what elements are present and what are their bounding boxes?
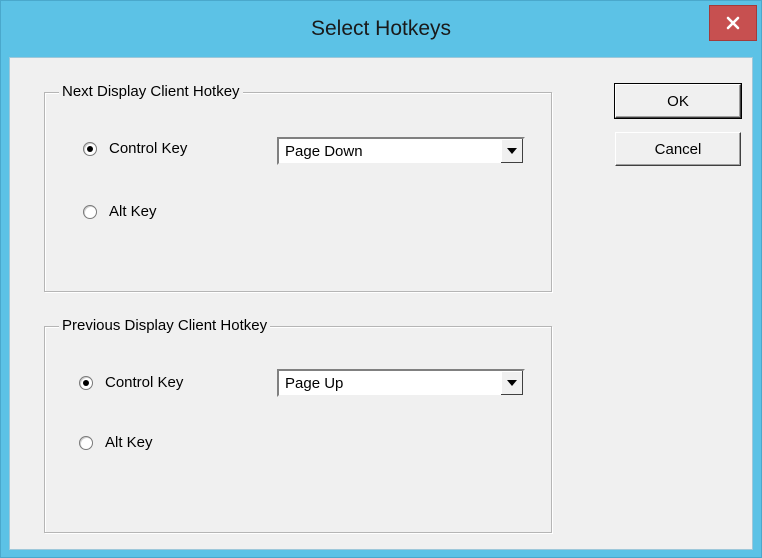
radio-button-unchecked[interactable] [79,435,93,450]
next-hotkey-group-label: Next Display Client Hotkey [59,82,243,102]
radio-button-unchecked[interactable] [83,204,97,219]
close-icon [726,16,740,30]
next-alt-key-label: Alt Key [109,203,157,220]
previous-control-key-radio[interactable]: Control Key [79,374,183,391]
cancel-button[interactable]: Cancel [615,132,741,166]
previous-hotkey-group: Previous Display Client Hotkey Control K… [44,316,552,533]
radio-button-checked[interactable] [83,141,97,156]
dialog-title: Select Hotkeys [310,17,452,40]
previous-hotkey-group-label: Previous Display Client Hotkey [59,316,271,336]
next-control-key-radio[interactable]: Control Key [83,140,187,157]
ok-button[interactable]: OK [614,83,742,119]
radio-button-checked[interactable] [79,375,93,390]
dialog-window: Select Hotkeys Next Display Client Hotke… [0,0,762,558]
chevron-down-icon[interactable] [500,371,523,395]
next-control-key-label: Control Key [109,140,188,157]
next-hotkey-group: Next Display Client Hotkey Control Key A… [44,82,552,292]
next-key-select-value: Page Down [285,143,363,160]
previous-key-select-value: Page Up [285,375,344,392]
previous-alt-key-label: Alt Key [105,434,153,451]
chevron-down-icon[interactable] [500,139,523,163]
title-bar[interactable]: Select Hotkeys [1,1,761,57]
next-key-select[interactable]: Page Down [277,137,525,165]
previous-control-key-label: Control Key [105,374,184,391]
dialog-client-area: Next Display Client Hotkey Control Key A… [9,57,753,550]
previous-key-select[interactable]: Page Up [277,369,525,397]
next-alt-key-radio[interactable]: Alt Key [83,203,157,220]
previous-alt-key-radio[interactable]: Alt Key [79,434,153,451]
close-button[interactable] [709,5,757,41]
